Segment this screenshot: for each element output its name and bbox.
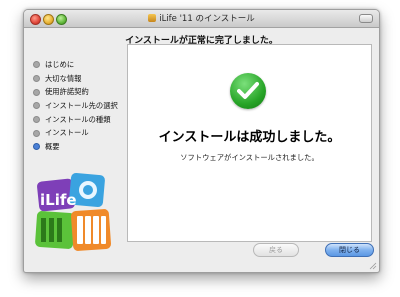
step-bullet-active-icon [33,143,40,151]
resize-grip-icon[interactable] [369,262,377,270]
toolbar-toggle-button[interactable] [359,14,373,23]
step-bullet-icon [33,102,40,110]
step-item: 大切な情報 [33,72,133,86]
title-bar: iLife '11 のインストール [24,10,379,28]
ilife-logo: iLife [35,172,112,251]
success-message: インストールは成功しました。 [158,130,341,145]
step-label: 使用許諾契約 [45,87,89,97]
step-bullet-icon [33,116,40,124]
step-bullet-icon [33,75,40,83]
step-item: 使用許諾契約 [33,85,133,99]
step-item: はじめに [33,58,133,72]
package-icon [148,14,157,22]
checkmark-icon [230,73,266,109]
step-item: インストールの種類 [33,113,133,127]
step-item-active: 概要 [33,140,133,154]
window-title: iLife '11 のインストール [159,14,255,24]
step-label: インストールの種類 [45,114,111,124]
back-button[interactable]: 戻る [253,243,299,257]
step-list: はじめに 大切な情報 使用許諾契約 インストール先の選択 インストールの種類 イ… [33,58,133,154]
content-panel: インストールは成功しました。 ソフトウェアがインストールされました。 [127,44,372,242]
step-bullet-icon [33,88,40,96]
step-label: はじめに [45,59,75,69]
step-label: インストール [45,128,89,138]
step-label: 大切な情報 [45,73,82,83]
logo-text: iLife [40,191,77,209]
close-button[interactable]: 閉じる [325,243,374,257]
window-title-area: iLife '11 のインストール [24,12,379,24]
step-label: 概要 [45,141,60,151]
step-bullet-icon [33,129,40,137]
detail-message: ソフトウェアがインストールされました。 [180,153,319,162]
installer-window: iLife '11 のインストール インストールが正常に完了しました。 はじめに… [23,9,380,273]
step-item: インストール [33,126,133,140]
step-label: インストール先の選択 [45,100,118,110]
step-bullet-icon [33,61,40,69]
step-item: インストール先の選択 [33,99,133,113]
